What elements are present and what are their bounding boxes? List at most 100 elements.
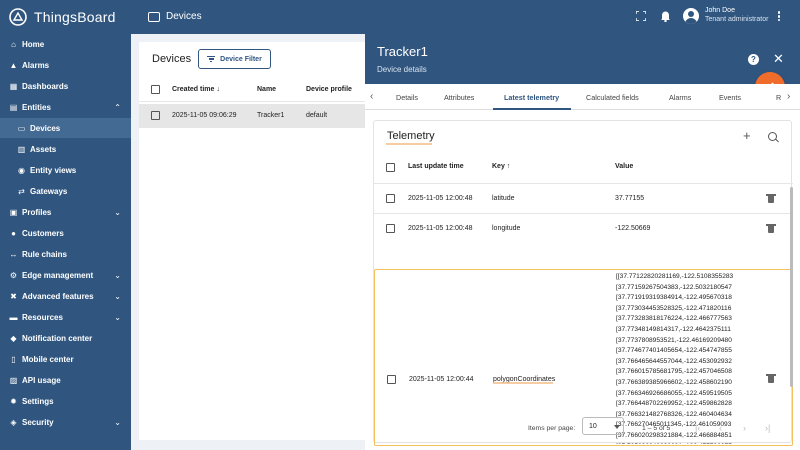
app-name: ThingsBoard <box>34 9 116 25</box>
delete-icon[interactable] <box>766 374 776 383</box>
telemetry-table-card: Telemetry + Last update time Key ↑ Value… <box>373 120 793 446</box>
table-header: Created time ↓ Name Device profile <box>139 78 369 102</box>
last-page-icon[interactable]: ›| <box>765 423 770 433</box>
polygon-coordinate-line: [37.766270465011345,-122.461059093 <box>616 421 732 429</box>
user-role: Tenant administrator <box>705 16 769 23</box>
assets-icon: ▥ <box>17 144 26 154</box>
sidebar-item-label: Rule chains <box>22 249 67 259</box>
notification-center-icon: ◆ <box>10 333 17 343</box>
sidebar-item-api-usage[interactable]: ▨ API usage <box>0 370 131 390</box>
polygon-coordinate-line: [37.766465644557044,-122.453092932 <box>616 357 732 365</box>
notifications-bell-icon[interactable] <box>660 10 671 22</box>
device-filter-label: Device Filter <box>220 55 262 63</box>
sidebar-item-label: Home <box>22 39 45 49</box>
advanced-features-icon: ✖ <box>10 291 17 301</box>
key-highlight <box>493 382 553 384</box>
chevron-down-icon[interactable]: ⌄ <box>114 208 121 217</box>
column-device-profile[interactable]: Device profile <box>306 86 352 93</box>
page-size-select[interactable]: 10 <box>582 417 624 435</box>
close-icon[interactable]: ✕ <box>773 52 784 66</box>
polygon-coordinate-line: [37.77348149814317,-122.4642375111 <box>616 325 731 333</box>
sidebar-item-profiles[interactable]: ▣ Profiles ⌄ <box>0 202 131 222</box>
tabs-prev-icon[interactable]: ‹ <box>370 91 373 102</box>
row-checkbox[interactable] <box>151 111 160 120</box>
next-page-icon[interactable]: › <box>743 423 746 433</box>
sidebar-item-devices[interactable]: ▭ Devices <box>0 118 131 138</box>
column-last-update-time[interactable]: Last update time <box>408 163 464 170</box>
column-key[interactable]: Key ↑ <box>492 163 510 170</box>
column-value[interactable]: Value <box>615 163 633 170</box>
tab-overflow[interactable]: R <box>776 93 781 102</box>
tab-calculated-fields[interactable]: Calculated fields <box>586 93 639 102</box>
first-page-icon[interactable]: |‹ <box>695 423 700 433</box>
fullscreen-icon[interactable] <box>636 11 646 21</box>
table-row[interactable]: 2025-11-05 12:00:48 latitude 37.77155 <box>374 183 793 213</box>
sidebar-item-dashboards[interactable]: ▦ Dashboards <box>0 76 131 96</box>
prev-page-icon[interactable]: ‹ <box>719 423 722 433</box>
row-checkbox[interactable] <box>386 224 395 233</box>
sidebar-item-rule-chains[interactable]: ↔ Rule chains <box>0 244 131 264</box>
tab-latest-telemetry[interactable]: Latest telemetry <box>504 93 559 102</box>
chevron-down-icon[interactable]: ⌄ <box>114 313 121 322</box>
entities-icon: ▤ <box>9 102 18 112</box>
column-name[interactable]: Name <box>257 86 276 93</box>
row-created-time: 2025-11-05 09:06:29 <box>172 112 237 119</box>
add-telemetry-icon[interactable]: + <box>743 129 751 142</box>
page-range: 1 – 5 of 5 <box>642 425 671 432</box>
sidebar-item-customers[interactable]: ● Customers <box>0 223 131 243</box>
select-all-telemetry-checkbox[interactable] <box>386 163 395 172</box>
sidebar-item-edge-management[interactable]: ⚙ Edge management ⌄ <box>0 265 131 285</box>
delete-icon[interactable] <box>766 194 776 203</box>
sidebar-item-mobile-center[interactable]: ▯ Mobile center <box>0 349 131 369</box>
sidebar-item-gateways[interactable]: ⇄ Gateways <box>0 181 131 201</box>
sidebar-item-resources[interactable]: ▬ Resources ⌄ <box>0 307 131 327</box>
row-update-time: 2025-11-05 12:00:44 <box>409 376 474 383</box>
select-all-checkbox[interactable] <box>151 85 160 94</box>
chevron-down-icon[interactable]: ⌄ <box>114 271 121 280</box>
sidebar-item-security[interactable]: ◈ Security ⌄ <box>0 412 131 432</box>
sidebar-item-alarms[interactable]: ▲ Alarms <box>0 55 131 75</box>
sidebar-item-entities[interactable]: ▤ Entities ⌃ <box>0 97 131 117</box>
search-icon[interactable] <box>768 132 777 141</box>
tab-details[interactable]: Details <box>396 93 418 102</box>
device-details-panel: Tracker1 Device details ? ✕ ‹ Details At… <box>365 34 800 450</box>
delete-icon[interactable] <box>766 224 776 233</box>
dropdown-caret-icon <box>614 425 620 429</box>
sidebar-item-home[interactable]: ⌂ Home <box>0 34 131 54</box>
chevron-up-icon[interactable]: ⌃ <box>114 103 121 112</box>
tab-events[interactable]: Events <box>719 93 741 102</box>
tabs-next-icon[interactable]: › <box>787 91 790 102</box>
chevron-down-icon[interactable]: ⌄ <box>114 292 121 301</box>
sidebar-item-advanced-features[interactable]: ✖ Advanced features ⌄ <box>0 286 131 306</box>
panel-title: Tracker1 <box>377 44 428 59</box>
row-checkbox[interactable] <box>386 194 395 203</box>
rule-chains-icon: ↔ <box>9 249 18 259</box>
column-created-time[interactable]: Created time ↓ <box>172 86 220 93</box>
chevron-down-icon[interactable]: ⌄ <box>114 418 121 427</box>
device-filter-button[interactable]: Device Filter <box>198 49 271 69</box>
user-avatar[interactable] <box>683 8 699 24</box>
tab-alarms[interactable]: Alarms <box>669 93 691 102</box>
row-update-time: 2025-11-05 12:00:48 <box>408 195 473 202</box>
row-checkbox[interactable] <box>387 375 396 384</box>
logo[interactable]: ThingsBoard <box>8 7 116 27</box>
entity-views-icon: ◉ <box>18 165 25 175</box>
row-update-time: 2025-11-05 12:00:48 <box>408 225 473 232</box>
user-info[interactable]: John Doe Tenant administrator <box>705 7 768 23</box>
sidebar-item-entity-views[interactable]: ◉ Entity views <box>0 160 131 180</box>
tab-attributes[interactable]: Attributes <box>444 93 474 102</box>
table-row[interactable]: 2025-11-05 12:00:48 longitude -122.50669 <box>374 213 793 243</box>
more-vert-icon[interactable] <box>775 10 783 24</box>
sidebar-item-assets[interactable]: ▥ Assets <box>0 139 131 159</box>
devices-table-card: Devices Device Filter Created time ↓ Nam… <box>139 42 369 440</box>
table-row[interactable]: 2025-11-05 09:06:29 Tracker1 default <box>139 104 369 128</box>
settings-icon: ✹ <box>10 396 17 406</box>
sidebar-item-label: Assets <box>30 144 57 154</box>
sidebar-item-settings[interactable]: ✹ Settings <box>0 391 131 411</box>
polygon-coordinate-line: [[37.77122820281169,-122.5108355283 <box>616 273 734 280</box>
panel-header: Tracker1 Device details ? ✕ <box>365 34 800 84</box>
help-icon[interactable]: ? <box>748 54 759 65</box>
page-title: Devices <box>152 53 192 65</box>
sidebar-item-notification-center[interactable]: ◆ Notification center <box>0 328 131 348</box>
scrollbar[interactable] <box>790 187 793 387</box>
